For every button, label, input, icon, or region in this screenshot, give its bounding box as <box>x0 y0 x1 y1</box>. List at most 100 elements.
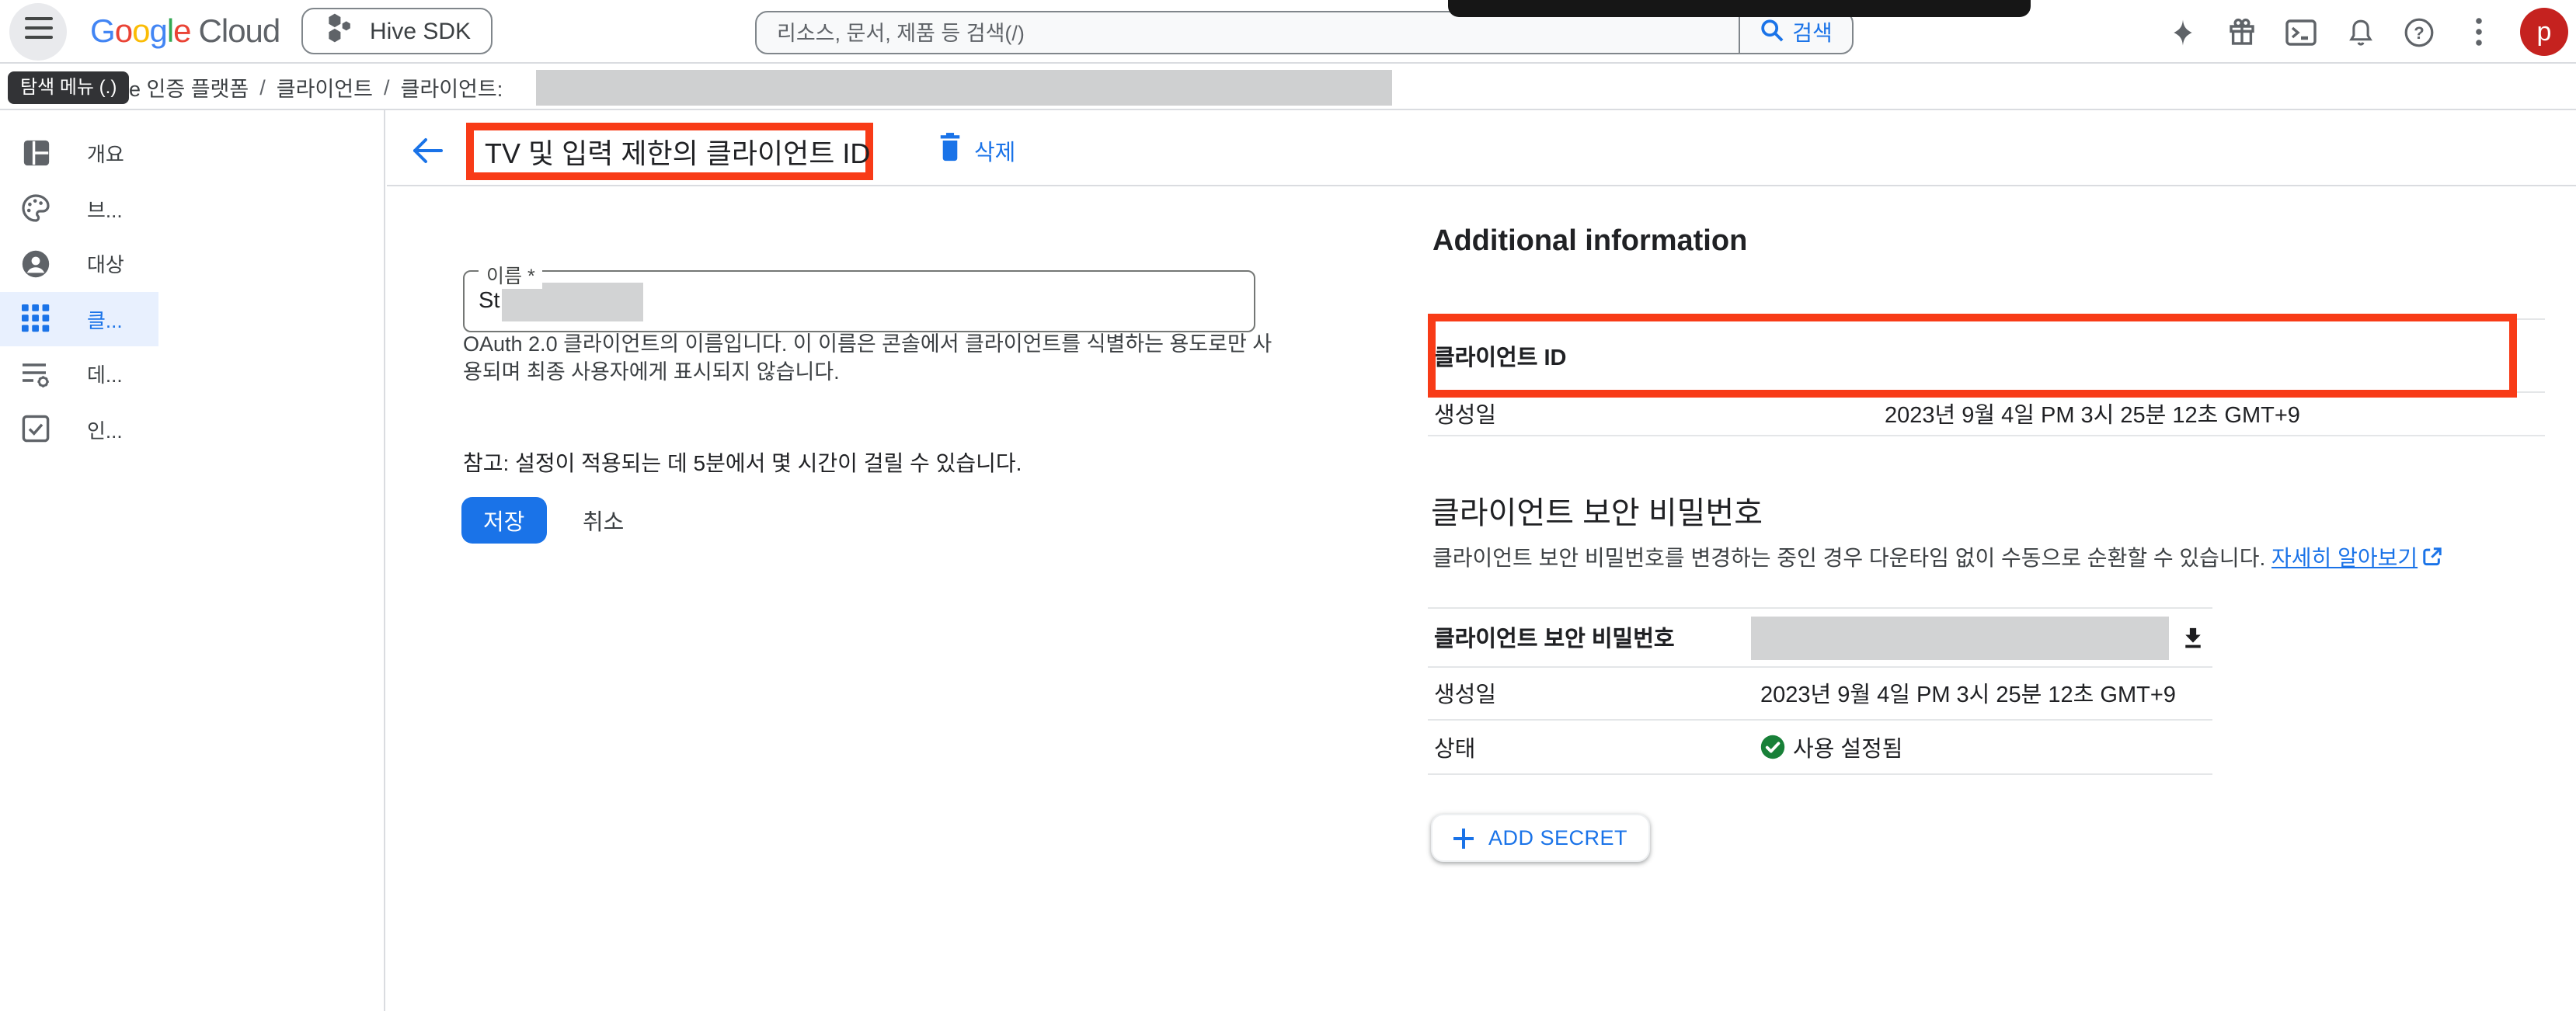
external-link-icon <box>2422 547 2442 572</box>
account-circle-icon <box>17 248 54 280</box>
notifications-bell-icon[interactable] <box>2343 15 2377 49</box>
sidebar-item-label: 개요 <box>87 139 124 168</box>
logo-letter: o <box>132 13 149 50</box>
trash-icon <box>938 132 962 169</box>
check-circle-icon <box>1760 735 1785 759</box>
search-input[interactable] <box>757 12 1739 53</box>
client-id-row: 클라이언트 ID <box>1428 320 2545 393</box>
page-title-annotation-frame: TV 및 입력 제한의 클라이언트 ID <box>466 123 873 180</box>
secret-created-row: 생성일 2023년 9월 4일 PM 3시 25분 12초 GMT+9 <box>1428 668 2212 721</box>
secret-created-label: 생성일 <box>1428 677 1751 710</box>
apps-grid-icon <box>17 304 54 335</box>
back-arrow-button[interactable] <box>409 132 446 169</box>
client-name-field[interactable]: 이름 * St <box>463 270 1255 332</box>
breadcrumb: e 인증 플랫폼 / 클라이언트 / 클라이언트: <box>129 64 503 110</box>
left-nav-sidebar: 개요 브... 대상 클... 데... <box>0 110 385 1011</box>
logo-letter: e <box>173 13 190 50</box>
client-secret-label: 클라이언트 보안 비밀번호 <box>1428 621 1751 654</box>
sidebar-item-label: 인... <box>87 415 123 444</box>
name-field-value: St <box>465 272 1254 331</box>
breadcrumb-item-client-detail: 클라이언트: <box>401 71 503 102</box>
sidebar-item-label: 클... <box>87 304 123 334</box>
client-secret-description-text: 클라이언트 보안 비밀번호를 변경하는 중인 경우 다운타임 없이 수동으로 순… <box>1432 545 2265 570</box>
svg-text:?: ? <box>2414 23 2424 42</box>
page-title: TV 및 입력 제한의 클라이언트 ID <box>474 131 870 172</box>
breadcrumb-item-clients[interactable]: 클라이언트 <box>277 71 373 102</box>
add-secret-label: ADD SECRET <box>1488 826 1627 849</box>
name-field-label: 이름 * <box>479 259 543 289</box>
overview-dashboard-icon <box>17 138 54 169</box>
breadcrumb-bar: 탐색 메뉴 (.) e 인증 플랫폼 / 클라이언트 / 클라이언트: <box>0 64 2576 110</box>
logo-cloud-text: Cloud <box>199 13 280 50</box>
sidebar-item-branding[interactable]: 브... <box>0 181 158 236</box>
google-cloud-logo[interactable]: Google Cloud <box>90 0 280 64</box>
created-date-value: 2023년 9월 4일 PM 3시 25분 12초 GMT+9 <box>1878 398 2545 430</box>
help-icon[interactable]: ? <box>2402 15 2436 49</box>
breadcrumb-prefix[interactable]: e 인증 플랫폼 <box>129 71 249 102</box>
cloud-shell-icon[interactable] <box>2284 15 2318 49</box>
logo-letter: l <box>167 13 173 50</box>
gemini-sparkle-icon[interactable] <box>2166 15 2200 49</box>
search-button-label: 검색 <box>1792 17 1833 48</box>
client-secret-row: 클라이언트 보안 비밀번호 <box>1428 609 2212 668</box>
redaction-breadcrumb <box>536 70 1392 106</box>
created-date-label: 생성일 <box>1428 398 1878 430</box>
settings-note-text: 참고: 설정이 적용되는 데 5분에서 몇 시간이 걸릴 수 있습니다. <box>463 447 1022 478</box>
breadcrumb-separator: / <box>259 75 266 99</box>
client-secret-heading: 클라이언트 보안 비밀번호 <box>1431 488 1763 533</box>
download-secret-button[interactable] <box>2181 625 2205 650</box>
project-picker-button[interactable]: Hive SDK <box>301 8 493 54</box>
created-date-row: 생성일 2023년 9월 4일 PM 3시 25분 12초 GMT+9 <box>1428 393 2545 436</box>
account-avatar[interactable]: p <box>2520 8 2568 56</box>
sidebar-item-overview[interactable]: 개요 <box>0 126 158 181</box>
plus-icon <box>1453 827 1474 849</box>
nav-menu-tooltip: 탐색 메뉴 (.) <box>8 71 129 104</box>
checkbox-check-icon <box>17 414 54 445</box>
logo-letter: G <box>90 13 115 50</box>
additional-information-heading: Additional information <box>1432 225 1747 259</box>
sidebar-item-audience[interactable]: 대상 <box>0 236 158 291</box>
sidebar-item-data-access[interactable]: 데... <box>0 346 158 401</box>
sidebar-item-label: 데... <box>87 360 123 389</box>
top-app-bar: Google Cloud Hive SDK 검색 <box>0 0 2576 64</box>
hamburger-icon <box>24 17 52 47</box>
logo-letter: g <box>149 13 166 50</box>
avatar-letter: p <box>2537 16 2552 47</box>
list-settings-icon <box>17 359 54 390</box>
sidebar-item-verification[interactable]: 인... <box>0 401 158 457</box>
client-secret-table: 클라이언트 보안 비밀번호 생성일 2023년 9월 4일 PM 3시 25분 … <box>1428 607 2212 775</box>
gift-icon[interactable] <box>2225 15 2259 49</box>
header-actions: ? p <box>2166 0 2568 64</box>
redaction-client-secret <box>1751 616 2169 659</box>
additional-info-table: 클라이언트 ID 생성일 2023년 9월 4일 PM 3시 25분 12초 G… <box>1428 318 2545 436</box>
search-bar: 검색 <box>755 11 1854 54</box>
toolbar-divider <box>387 185 2576 186</box>
client-id-label: 클라이언트 ID <box>1428 339 1878 372</box>
search-button[interactable]: 검색 <box>1739 12 1852 53</box>
cancel-button[interactable]: 취소 <box>564 497 642 544</box>
sidebar-item-clients[interactable]: 클... <box>0 291 158 346</box>
client-secret-value <box>1751 616 2212 659</box>
status-enabled-text: 사용 설정됨 <box>1793 731 1902 763</box>
add-secret-button[interactable]: ADD SECRET <box>1431 814 1649 862</box>
sidebar-item-label: 대상 <box>87 249 124 279</box>
delete-button-label: 삭제 <box>974 134 1015 167</box>
secret-status-label: 상태 <box>1428 731 1751 763</box>
save-button[interactable]: 저장 <box>461 497 546 544</box>
search-icon <box>1760 19 1783 47</box>
secret-status-value: 사용 설정됨 <box>1751 731 2212 763</box>
delete-button[interactable]: 삭제 <box>938 132 1015 169</box>
more-vertical-icon[interactable] <box>2461 15 2495 49</box>
palette-icon <box>17 193 54 224</box>
google-cloud-console-page: Google Cloud Hive SDK 검색 <box>0 0 2576 1011</box>
client-secret-description: 클라이언트 보안 비밀번호를 변경하는 중인 경우 다운타임 없이 수동으로 순… <box>1432 542 2442 573</box>
navigation-menu-button[interactable] <box>9 3 67 61</box>
name-helper-text: OAuth 2.0 클라이언트의 이름입니다. 이 이름은 콘솔에서 클라이언트… <box>463 331 1277 385</box>
secret-created-value: 2023년 9월 4일 PM 3시 25분 12초 GMT+9 <box>1751 677 2212 710</box>
name-value-visible-text: St <box>479 289 500 314</box>
learn-more-link[interactable]: 자세히 알아보기 <box>2271 545 2418 570</box>
sidebar-item-label: 브... <box>87 194 123 224</box>
breadcrumb-separator: / <box>384 75 390 99</box>
project-name: Hive SDK <box>370 18 471 44</box>
logo-letter: o <box>115 13 132 50</box>
